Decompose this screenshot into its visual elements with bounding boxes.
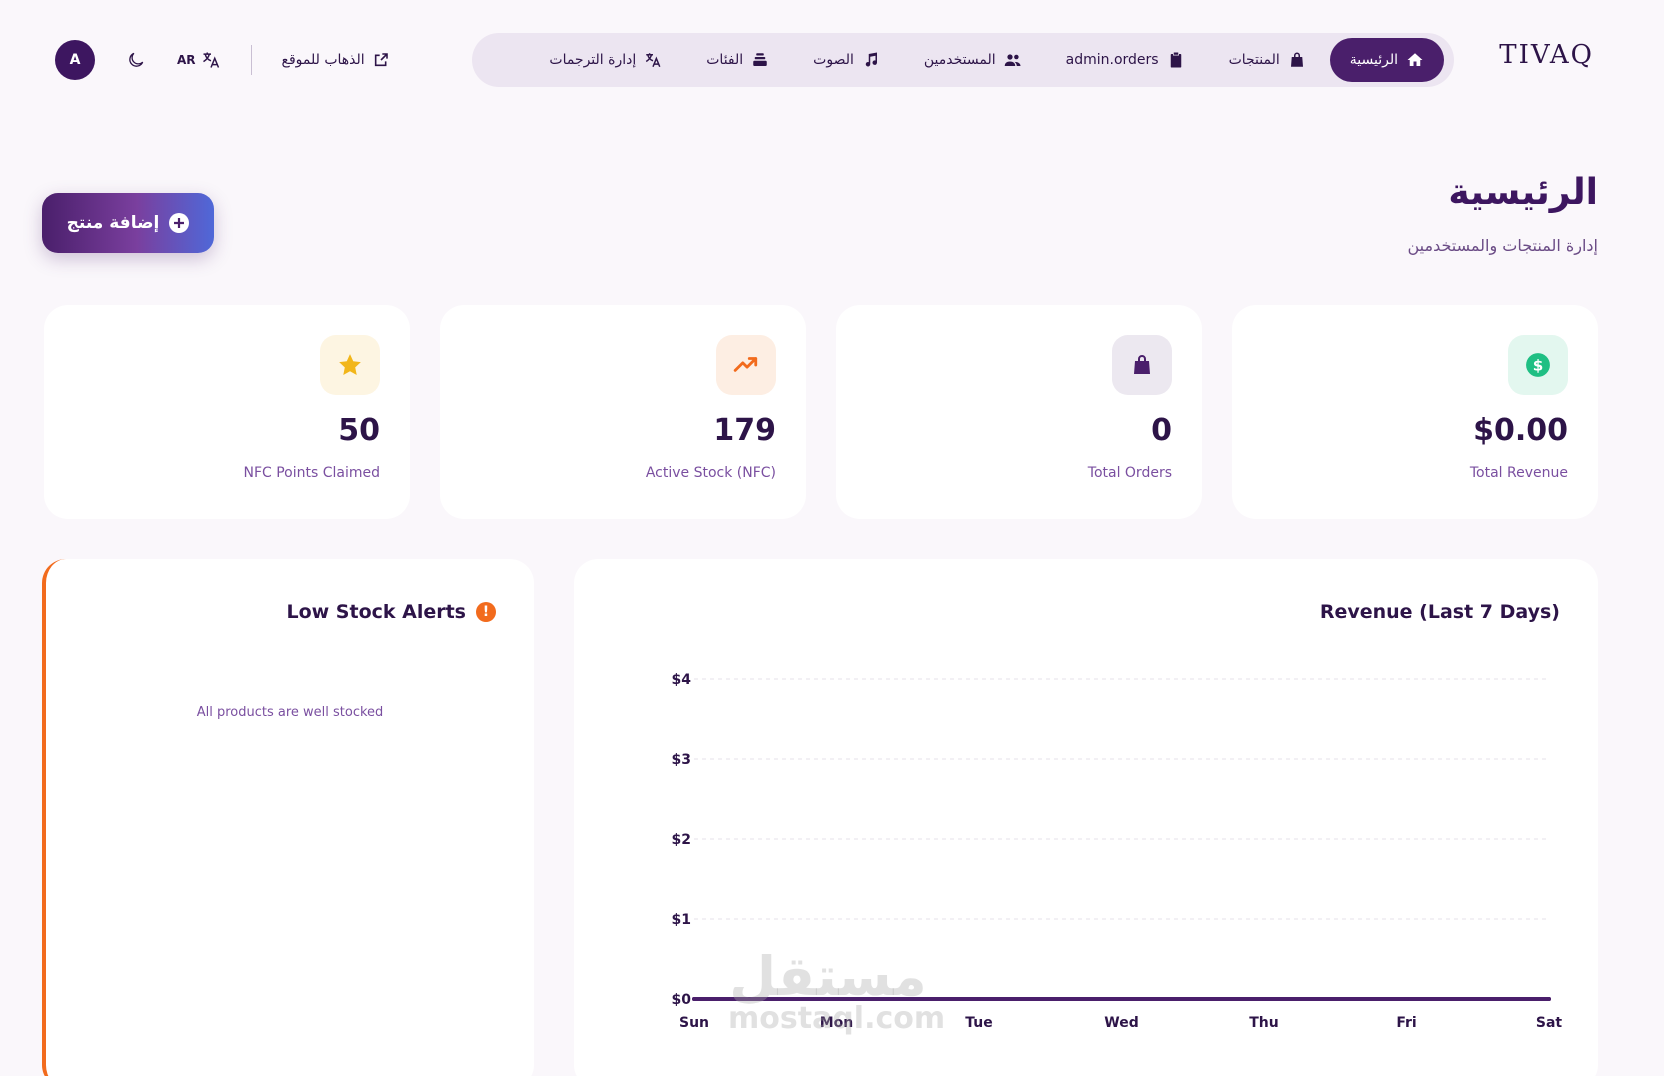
y-tick-label: $2 <box>672 832 691 848</box>
layers-icon <box>753 53 767 66</box>
goto-site-label: الذهاب للموقع <box>281 52 365 68</box>
nav-item-products[interactable]: المنتجات <box>1209 38 1326 82</box>
nav-item-label: admin.orders <box>1065 52 1159 68</box>
header-utilities: A AR الذهاب للموقع <box>55 38 389 82</box>
top-header: TIVAQ الرئيسية المنتجات admin.orders الم… <box>0 0 1664 120</box>
external-link-icon <box>374 53 388 67</box>
y-tick-label: $4 <box>672 672 692 688</box>
star-icon <box>320 335 380 395</box>
x-tick-label: Wed <box>1104 1015 1138 1031</box>
nav-item-label: المنتجات <box>1228 52 1280 68</box>
y-tick-label: $0 <box>672 992 692 1008</box>
stat-value: $0.00 <box>1473 413 1568 448</box>
users-icon <box>1004 54 1021 66</box>
data-point <box>692 997 696 1001</box>
page-title: الرئيسية <box>1448 172 1598 213</box>
nav-item-label: إدارة الترجمات <box>549 52 637 68</box>
nav-item-audio[interactable]: الصوت <box>793 38 900 82</box>
nav-item-translations[interactable]: إدارة الترجمات <box>529 38 682 82</box>
data-point <box>1404 997 1409 1001</box>
main-nav: الرئيسية المنتجات admin.orders المستخدمي… <box>472 33 1454 87</box>
stat-value: 50 <box>338 413 380 448</box>
shopping-bag-icon <box>1112 335 1172 395</box>
page-subtitle: إدارة المنتجات والمستخدمين <box>1407 236 1599 255</box>
x-tick-label: Thu <box>1249 1015 1278 1031</box>
data-point <box>977 997 981 1001</box>
y-tick-label: $3 <box>672 752 691 768</box>
goto-site-link[interactable]: الذهاب للموقع <box>282 52 389 68</box>
stat-label: Total Orders <box>1087 465 1172 481</box>
stat-label: Active Stock (NFC) <box>645 465 776 481</box>
x-tick-label: Tue <box>965 1015 992 1031</box>
music-note-icon <box>865 52 877 67</box>
language-code: AR <box>177 53 196 67</box>
nav-item-label: الفئات <box>706 52 744 68</box>
watermark-latin: mostaql.com <box>728 1001 946 1036</box>
stat-card-orders: 0 Total Orders <box>836 305 1202 519</box>
low-stock-panel: Low Stock Alerts ! All products are well… <box>42 559 534 1076</box>
moon-icon <box>129 52 144 67</box>
dollar-icon: $ <box>1508 335 1568 395</box>
x-tick-label: Sun <box>679 1015 709 1031</box>
clipboard-icon <box>1170 52 1181 68</box>
nav-item-label: الصوت <box>813 52 854 68</box>
dark-mode-toggle[interactable] <box>125 49 147 71</box>
low-stock-title-text: Low Stock Alerts <box>286 601 466 623</box>
shopping-bag-icon <box>1290 52 1303 67</box>
svg-text:$: $ <box>1533 356 1544 374</box>
brand-logo[interactable]: TIVAQ <box>1499 40 1594 70</box>
watermark: مستقل mostaql.com <box>728 945 946 1036</box>
x-tick-label: Sat <box>1536 1015 1563 1031</box>
data-point <box>1547 997 1551 1001</box>
nav-item-categories[interactable]: الفئات <box>686 38 789 82</box>
stat-card-revenue: $ $0.00 Total Revenue <box>1232 305 1598 519</box>
add-product-button[interactable]: إضافة منتج <box>42 193 214 253</box>
plus-icon <box>169 213 190 233</box>
alert-icon: ! <box>476 602 496 622</box>
x-tick-label: Fri <box>1396 1015 1416 1031</box>
low-stock-title: Low Stock Alerts ! <box>286 601 496 623</box>
data-point <box>1262 997 1266 1001</box>
stat-value: 0 <box>1151 413 1172 448</box>
nav-item-orders[interactable]: admin.orders <box>1046 38 1205 82</box>
data-point <box>1119 997 1124 1001</box>
stat-card-active-stock: 179 Active Stock (NFC) <box>440 305 806 519</box>
language-switcher[interactable]: AR <box>177 50 221 70</box>
translate-icon <box>646 53 661 68</box>
low-stock-empty-message: All products are well stocked <box>196 705 384 720</box>
stat-value: 179 <box>713 413 776 448</box>
y-tick-label: $1 <box>672 912 691 928</box>
stat-label: Total Revenue <box>1469 465 1568 481</box>
stat-label: NFC Points Claimed <box>243 465 380 481</box>
divider <box>250 45 252 75</box>
avatar[interactable]: A <box>55 40 95 80</box>
add-product-label: إضافة منتج <box>66 213 160 233</box>
translate-icon <box>202 52 219 68</box>
nav-item-users[interactable]: المستخدمين <box>904 38 1042 82</box>
stats-row: $ $0.00 Total Revenue 0 Total Orders 179… <box>42 305 1598 519</box>
watermark-arabic: مستقل <box>729 945 927 1008</box>
home-icon <box>1407 53 1423 66</box>
nav-item-label: المستخدمين <box>923 52 996 68</box>
trending-up-icon <box>716 335 776 395</box>
nav-item-home[interactable]: الرئيسية <box>1329 38 1444 82</box>
nav-item-label: الرئيسية <box>1349 52 1398 68</box>
stat-card-nfc-points: 50 NFC Points Claimed <box>44 305 410 519</box>
